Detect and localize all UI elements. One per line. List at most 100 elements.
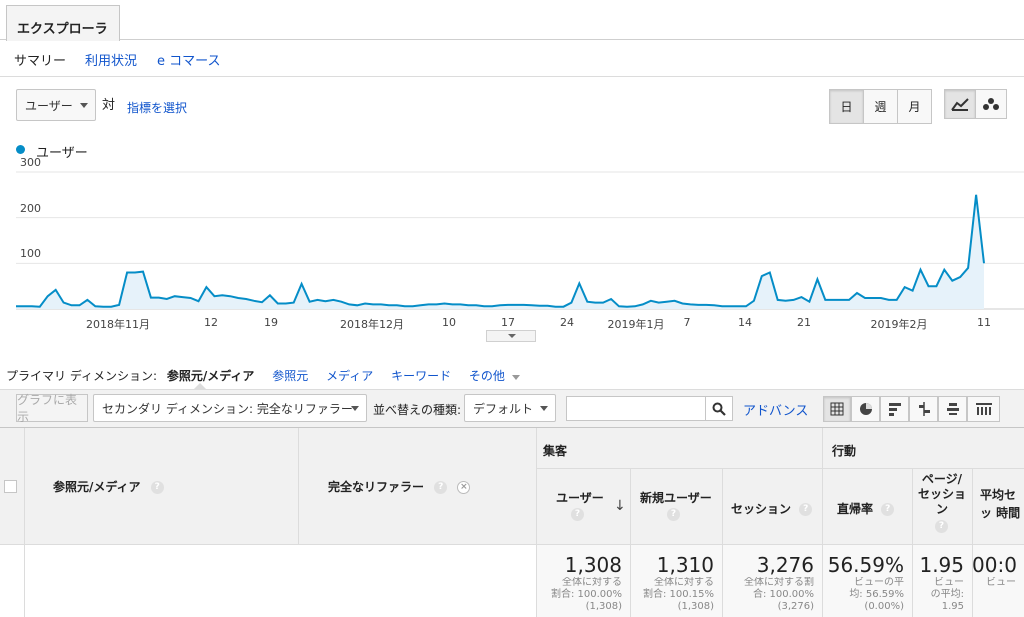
table-view-button[interactable] xyxy=(823,396,851,422)
column-header-full-referrer[interactable]: 完全なリファラー ? × xyxy=(328,478,471,495)
comparison-view-button[interactable] xyxy=(909,396,938,422)
chart-resize-handle[interactable] xyxy=(486,330,536,342)
column-header-pages-per-session[interactable]: ページ/セッション xyxy=(918,472,966,517)
x-tick-label: 21 xyxy=(797,316,811,329)
advanced-filter-link[interactable]: アドバンス xyxy=(743,400,808,419)
motion-chart-button[interactable] xyxy=(975,89,1007,119)
x-tick-label: 10 xyxy=(442,316,456,329)
dimension-other[interactable]: その他 xyxy=(469,369,505,383)
chevron-down-icon xyxy=(540,406,548,411)
column-source-medium-label: 参照元/メディア xyxy=(53,480,141,494)
column-header-bounce-rate[interactable]: 直帰率 ? xyxy=(837,500,895,517)
line-chart-icon xyxy=(951,98,969,111)
column-header-avg-session-duration[interactable]: 平均セッ 時間 xyxy=(980,486,1024,522)
term-cloud-view-button[interactable] xyxy=(938,396,967,422)
report-subtabs: サマリー 利用状況 e コマース xyxy=(0,40,1024,77)
help-icon[interactable]: ? xyxy=(935,520,948,533)
help-icon[interactable]: ? xyxy=(571,508,584,521)
total-value: 3,276 xyxy=(756,553,814,577)
subtab-summary[interactable]: サマリー xyxy=(14,50,66,69)
group-header-behavior: 行動 xyxy=(832,444,857,458)
tab-explorer[interactable]: エクスプローラ xyxy=(6,5,120,41)
help-icon[interactable]: ? xyxy=(150,481,164,494)
subtab-ecommerce[interactable]: e コマース xyxy=(157,50,220,69)
metric-dropdown[interactable]: ユーザー xyxy=(16,89,96,121)
total-percent-text: 全体に対する割 合: 100.00% (3,276) xyxy=(744,577,814,612)
help-icon[interactable]: ? xyxy=(667,508,680,521)
total-percent-text: ビュー の平均: 1.95 xyxy=(930,577,964,612)
help-icon[interactable]: ? xyxy=(799,503,813,516)
sort-type-dropdown[interactable]: デフォルト xyxy=(464,394,556,422)
x-tick-label: 2018年11月 xyxy=(86,318,150,331)
column-header-users[interactable]: ユーザー xyxy=(556,489,604,506)
users-header-label: ユーザー xyxy=(556,491,604,505)
chevron-down-icon xyxy=(508,334,516,338)
total-percent-text: 全体に対する 割合: 100.00% (1,308) xyxy=(550,577,622,612)
help-icon[interactable]: ? xyxy=(434,481,448,494)
line-chart-button[interactable] xyxy=(944,89,976,119)
sort-arrow-down-icon[interactable]: ↓ xyxy=(614,498,626,514)
bubble-chart-icon xyxy=(983,98,999,110)
dimension-keyword[interactable]: キーワード xyxy=(391,369,451,383)
total-value: 1,310 xyxy=(656,553,714,577)
x-tick-label: 19 xyxy=(264,316,278,329)
column-header-new-users[interactable]: 新規ユーザー xyxy=(640,489,712,506)
pie-chart-icon xyxy=(859,403,872,415)
total-percent-text: 全体に対する 割合: 100.15% (1,308) xyxy=(642,577,714,612)
comparison-icon xyxy=(918,402,930,416)
select-metric-link[interactable]: 指標を選択 xyxy=(127,99,187,116)
help-icon[interactable]: ? xyxy=(881,503,895,516)
column-full-referrer-label: 完全なリファラー xyxy=(328,480,425,494)
top-tab-bar: エクスプローラ xyxy=(0,0,1024,41)
chevron-down-icon xyxy=(80,103,88,108)
dimension-source[interactable]: 参照元 xyxy=(272,369,308,383)
group-header-acquisition: 集客 xyxy=(543,444,568,458)
x-tick-label: 24 xyxy=(560,316,574,329)
data-table: 集客 行動 参照元/メディア ? 完全なリファラー ? × ユーザー ? ↓ 新… xyxy=(0,427,1024,617)
term-cloud-icon xyxy=(946,403,959,415)
x-tick-label: 11 xyxy=(977,316,991,329)
total-percent-text: ビュー xyxy=(986,577,1016,588)
select-all-checkbox[interactable] xyxy=(4,480,17,493)
chevron-down-icon xyxy=(351,406,359,411)
x-tick-label: 2019年2月 xyxy=(870,318,928,331)
primary-dimension-label: プライマリ ディメンション: xyxy=(6,369,158,383)
sort-type-value: デフォルト xyxy=(473,401,534,416)
search-input[interactable] xyxy=(566,396,706,421)
y-tick-label: 200 xyxy=(20,201,41,215)
total-value: 1,308 xyxy=(564,553,622,577)
x-tick-label: 12 xyxy=(204,316,218,329)
dimension-medium[interactable]: メディア xyxy=(326,369,373,383)
pivot-view-button[interactable] xyxy=(967,396,1000,422)
x-tick-label: 14 xyxy=(738,316,752,329)
primary-dimension-bar: プライマリ ディメンション: 参照元/メディア 参照元 メディア キーワード そ… xyxy=(6,367,520,384)
users-line-chart xyxy=(16,171,1024,310)
new-users-header-label: 新規ユーザー xyxy=(640,491,712,505)
grid-icon xyxy=(830,402,844,416)
performance-view-button[interactable] xyxy=(880,396,909,422)
versus-label: 対 xyxy=(102,98,116,113)
y-tick-label: 100 xyxy=(20,247,41,261)
subtab-usage[interactable]: 利用状況 xyxy=(85,50,137,69)
dimension-source-medium[interactable]: 参照元/メディア xyxy=(167,369,255,383)
x-tick-label: 17 xyxy=(501,316,515,329)
x-tick-label: 7 xyxy=(683,316,691,329)
column-header-sessions[interactable]: セッション ? xyxy=(731,500,813,517)
search-button[interactable] xyxy=(705,396,733,421)
search-icon xyxy=(712,402,726,416)
secondary-dimension-value: セカンダリ ディメンション: 完全なリファラー xyxy=(102,401,353,416)
series-line-users xyxy=(16,194,985,308)
total-percent-text: ビューの平 均: 56.59% (0.00%) xyxy=(849,577,904,612)
avg-session-header-label: 平均セッ 時間 xyxy=(980,488,1021,520)
day-button[interactable]: 日 xyxy=(829,89,864,124)
pie-view-button[interactable] xyxy=(851,396,880,422)
remove-dimension-icon[interactable]: × xyxy=(457,481,471,494)
plot-rows-button[interactable]: グラフに表示 xyxy=(16,393,88,424)
month-button[interactable]: 月 xyxy=(897,89,932,124)
column-header-source-medium[interactable]: 参照元/メディア ? xyxy=(53,478,164,495)
secondary-dimension-dropdown[interactable]: セカンダリ ディメンション: 完全なリファラー xyxy=(93,394,367,422)
x-tick-label: 2018年12月 xyxy=(340,318,404,331)
week-button[interactable]: 週 xyxy=(863,89,898,124)
sessions-header-label: セッション xyxy=(731,502,792,516)
legend-swatch xyxy=(16,145,25,154)
